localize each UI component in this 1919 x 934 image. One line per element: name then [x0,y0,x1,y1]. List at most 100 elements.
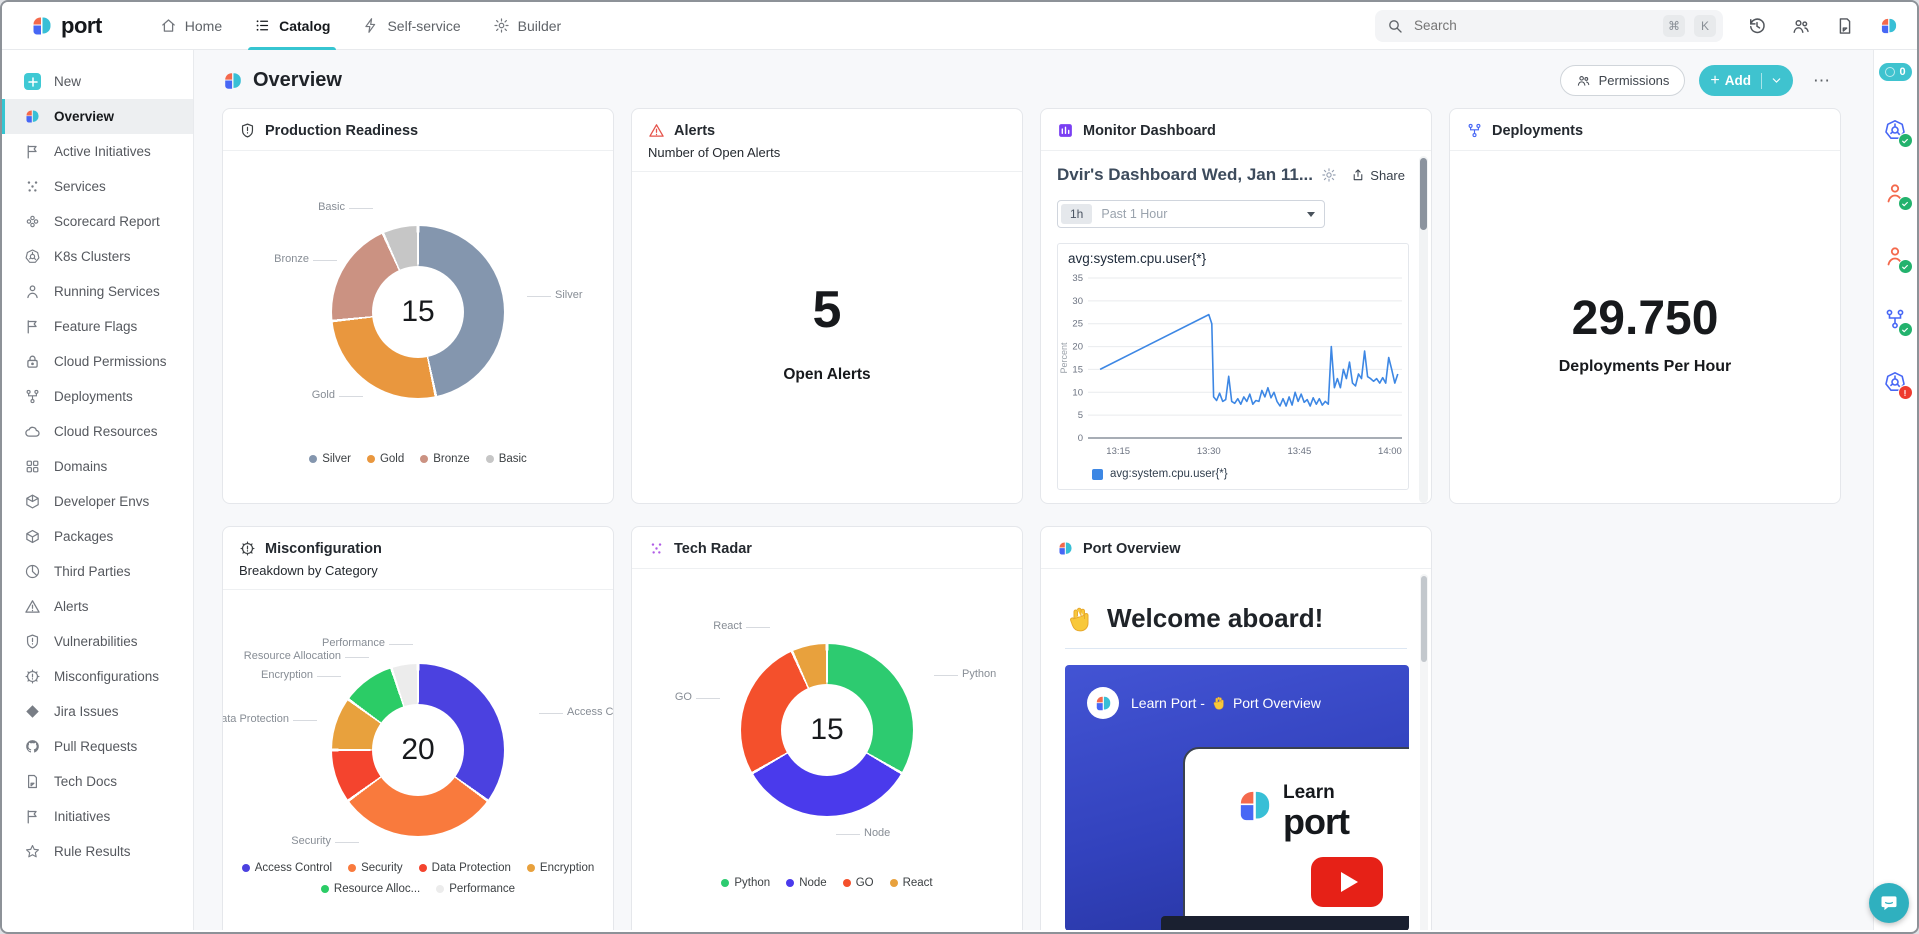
shield-icon [24,633,41,650]
lock-icon [24,353,41,370]
rail-item-deploy-ok[interactable] [1883,307,1909,333]
top-navigation: Home Catalog Self-service Builder [144,2,577,50]
sidebar-item-label: Overview [54,109,114,124]
history-icon[interactable] [1747,16,1767,36]
legend-item[interactable]: Silver [309,453,351,465]
card-title: Production Readiness [265,123,418,139]
svg-text:15: 15 [1072,364,1083,375]
settings-gear-icon[interactable] [1321,167,1337,183]
sidebar-item-cloud-permissions[interactable]: Cloud Permissions [2,344,193,379]
rail-item-service-ok[interactable] [1883,181,1909,207]
add-button[interactable]: + Add [1699,65,1793,96]
legend-item[interactable]: GO [843,877,874,889]
share-button[interactable]: Share [1351,168,1405,183]
time-range-select[interactable]: 1h Past 1 Hour [1057,200,1325,228]
sidebar-item-feature-flags[interactable]: Feature Flags [2,309,193,344]
cpu-line-chart[interactable]: 0510152025303513:1513:3013:4514:00Percen… [1058,268,1408,466]
card-title: Port Overview [1083,541,1181,557]
sidebar-item-packages[interactable]: Packages [2,519,193,554]
plus-icon: + [1710,72,1719,90]
video-title[interactable]: Learn Port - Port Overview [1131,695,1321,711]
sidebar-item-overview[interactable]: Overview [2,99,193,134]
youtube-video-embed[interactable]: Learn Port - Port Overview Learn [1065,665,1409,930]
legend-item[interactable]: Basic [486,453,527,465]
sidebar-item-label: Active Initiatives [54,144,151,159]
sidebar-item-vulnerabilities[interactable]: Vulnerabilities [2,624,193,659]
sidebar-item-jira-issues[interactable]: Jira Issues [2,694,193,729]
sidebar-item-services[interactable]: Services [2,169,193,204]
document-icon[interactable] [1835,16,1855,36]
doc-icon [24,773,41,790]
scrollbar[interactable] [1419,156,1428,503]
search-input[interactable] [1412,17,1654,34]
legend-dot [321,885,329,893]
sync-counter-badge[interactable]: 0 [1879,63,1912,81]
scrollbar[interactable] [1420,574,1428,930]
sidebar-item-label: Initiatives [54,809,110,824]
donut-center-value: 15 [781,684,873,776]
brand-logo[interactable]: port [30,13,102,39]
alerts-count-label: Open Alerts [632,366,1022,384]
nav-home[interactable]: Home [144,2,238,50]
sidebar-item-rule-results[interactable]: Rule Results [2,834,193,869]
permissions-button[interactable]: Permissions [1560,65,1686,96]
deployments-value: 29.750 [1450,291,1840,346]
sidebar-item-scorecard-report[interactable]: Scorecard Report [2,204,193,239]
nav-catalog[interactable]: Catalog [238,2,346,50]
sidebar-item-running-services[interactable]: Running Services [2,274,193,309]
rail-item-k8s-ok[interactable] [1883,118,1909,144]
port-avatar-icon[interactable] [1879,16,1899,36]
legend-item[interactable]: Data Protection [419,862,511,874]
sidebar-item-pull-requests[interactable]: Pull Requests [2,729,193,764]
legend-item[interactable]: Gold [367,453,404,465]
legend-item[interactable]: Encryption [527,862,594,874]
sidebar-item-active-initiatives[interactable]: Active Initiatives [2,134,193,169]
k8s-icon [24,248,41,265]
rail-item-service-ok[interactable] [1883,244,1909,270]
global-search[interactable]: ⌘ K [1375,10,1723,42]
more-menu-button[interactable]: ⋯ [1807,70,1837,92]
grid-icon [24,458,41,475]
legend-item[interactable]: Access Control [242,862,332,874]
sidebar-item-alerts[interactable]: Alerts [2,589,193,624]
legend-item[interactable]: React [890,877,933,889]
sidebar-item-k8s-clusters[interactable]: K8s Clusters [2,239,193,274]
card-tech-radar: Tech Radar 15 React Python GO Node Pytho… [631,526,1023,930]
svg-text:10: 10 [1072,387,1083,398]
svg-text:25: 25 [1072,319,1083,330]
legend-item[interactable]: Resource Alloc... [321,883,420,895]
sidebar-item-label: Developer Envs [54,494,149,509]
legend-label: Gold [380,453,404,465]
caret-down-icon [1307,212,1315,217]
sidebar-item-domains[interactable]: Domains [2,449,193,484]
welcome-heading: 👋 Welcome aboard! [1065,603,1407,634]
donut-callout: Bronze [222,253,309,265]
legend-item[interactable]: Security [348,862,403,874]
sidebar-item-initiatives[interactable]: Initiatives [2,799,193,834]
rail-item-k8s-error[interactable] [1883,370,1909,396]
port-logo-icon [1057,540,1074,557]
youtube-play-button[interactable] [1311,857,1383,907]
legend-item[interactable]: Performance [436,883,515,895]
sidebar-item-misconfigurations[interactable]: Misconfigurations [2,659,193,694]
sidebar-item-cloud-resources[interactable]: Cloud Resources [2,414,193,449]
chevron-down-icon [1771,75,1782,86]
legend-item[interactable]: Bronze [420,453,469,465]
sidebar-item-tech-docs[interactable]: Tech Docs [2,764,193,799]
star-icon [24,843,41,860]
legend-item[interactable]: Node [786,877,827,889]
legend-label: Security [361,862,403,874]
legend-item[interactable]: Python [721,877,770,889]
port-channel-avatar[interactable] [1087,687,1119,719]
topbar-right: ⌘ K [1375,10,1899,42]
chat-widget-button[interactable] [1869,883,1909,923]
sidebar-item-label: Deployments [54,389,133,404]
team-icon[interactable] [1791,16,1811,36]
sidebar-item-third-parties[interactable]: Third Parties [2,554,193,589]
sidebar-item-deployments[interactable]: Deployments [2,379,193,414]
sidebar-item-new[interactable]: New [2,64,193,99]
donut-callout: Gold [243,389,335,401]
sidebar-item-developer-envs[interactable]: Developer Envs [2,484,193,519]
nav-self-service[interactable]: Self-service [346,2,476,50]
nav-builder[interactable]: Builder [477,2,578,50]
